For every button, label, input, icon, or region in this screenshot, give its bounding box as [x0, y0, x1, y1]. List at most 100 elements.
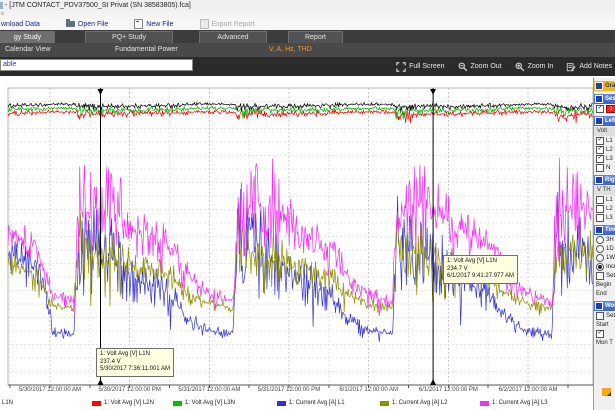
left-axis-parameter-label: Volt — [594, 127, 615, 136]
x-axis-label: 5/30/2017 12:00:00 AM — [19, 387, 81, 393]
time-range-1d-radio[interactable]: 1D — [594, 244, 615, 253]
working-days-checkbox[interactable]: ✓ — [594, 329, 615, 338]
checkbox-icon[interactable] — [596, 164, 604, 172]
view-toolbar: able Full Screen Zoom Out Zoom In Add No… — [0, 57, 615, 76]
view-buttons: Full Screen Zoom Out Zoom In Add Notes — [383, 57, 612, 76]
time-range-3h-radio[interactable]: 3H — [594, 235, 615, 244]
tab-energy-study[interactable]: gy Study — [0, 31, 55, 43]
legend-item[interactable]: 1: Volt Avg [V] L3N — [173, 400, 235, 406]
left-axis-n-checkbox[interactable]: N — [594, 163, 615, 172]
checkbox-icon[interactable]: ✓ — [596, 105, 604, 113]
radio-icon[interactable] — [596, 263, 604, 271]
checkbox-icon[interactable]: ✓ — [596, 155, 604, 163]
checkbox-icon[interactable]: ✓ — [596, 146, 604, 154]
zoom-in-label: Zoom In — [528, 63, 554, 70]
tooltip-series-name: 1: Volt Avg [V] L1N — [447, 258, 514, 266]
download-data-button[interactable]: wnload Data — [1, 21, 40, 28]
zoom-out-button[interactable]: Zoom Out — [458, 62, 502, 72]
working-start-label: Start — [594, 320, 615, 329]
section-collapse-icon[interactable] — [595, 82, 603, 90]
add-notes-button[interactable]: Add Notes — [566, 62, 612, 72]
checkbox-label: Set: — [606, 273, 615, 279]
radio-icon[interactable] — [596, 236, 604, 244]
sidebar-header-right-axis[interactable]: Righ — [594, 175, 615, 185]
legend-label: 1: Current Avg [A] L3 — [492, 400, 548, 406]
checkbox-label: L1 — [606, 138, 613, 144]
time-range-1w-radio[interactable]: 1W — [594, 253, 615, 262]
tab-advanced[interactable]: Advanced — [199, 31, 267, 43]
note-marker-icon[interactable] — [602, 388, 611, 396]
section-collapse-icon[interactable] — [595, 176, 603, 184]
full-screen-label: Full Screen — [409, 63, 444, 70]
fullscreen-icon — [396, 62, 406, 72]
right-axis-l3-checkbox[interactable]: L3 — [594, 213, 615, 222]
section-collapse-icon[interactable] — [595, 226, 603, 234]
tab-pq-study[interactable]: PQ+ Study — [85, 31, 173, 43]
subtab-fundamental-power[interactable]: Fundamental Power — [115, 43, 178, 57]
legend-swatch — [277, 401, 286, 406]
zoom-in-button[interactable]: Zoom In — [515, 62, 554, 72]
radio-label: 3H — [606, 237, 614, 243]
subtab-v-a-hz-thd[interactable]: V, A, Hz, THD — [269, 43, 312, 57]
right-axis-l2-checkbox[interactable]: L2 — [594, 204, 615, 213]
checkbox-label: L3 — [606, 156, 613, 162]
working-set-checkbox[interactable]: Set: — [594, 311, 615, 320]
right-axis-l1-checkbox[interactable]: L1 — [594, 195, 615, 204]
checkbox-icon[interactable] — [596, 272, 604, 280]
radio-icon[interactable] — [596, 245, 604, 253]
new-file-button[interactable]: New File — [134, 19, 173, 29]
legend-item[interactable]: 1: Volt Avg [V] L2N — [92, 400, 154, 406]
cursor-tooltip-2: 1: Volt Avg [V] L1N 234.7 V 6/1/2017 9:4… — [443, 255, 518, 284]
time-set-checkbox[interactable]: Set: — [594, 271, 615, 280]
section-collapse-icon[interactable] — [595, 302, 603, 310]
sidebar-panel: GrapSess✓1LeftVolt✓L1✓L2✓L3NRighV THL1L2… — [594, 81, 615, 347]
subtab-calendar-view[interactable]: Calendar View — [5, 43, 50, 57]
checkbox-icon[interactable] — [596, 214, 604, 222]
table-view-selector[interactable]: able — [0, 59, 193, 71]
sidebar-header-left-axis[interactable]: Left — [594, 116, 615, 126]
checkbox-label: N — [606, 165, 610, 171]
x-axis-label: 5/30/2017 12:00:00 PM — [98, 387, 160, 393]
sidebar-header-sessions[interactable]: Sess — [594, 94, 615, 104]
checkbox-label: Set: — [606, 313, 615, 319]
tab-report[interactable]: Report — [288, 31, 343, 43]
checkbox-icon[interactable] — [596, 196, 604, 204]
section-collapse-icon[interactable] — [595, 117, 603, 125]
window-title: - [JTM CONTACT_PDV37500_St Privat (SN 38… — [5, 2, 191, 9]
sidebar-header-working-hours[interactable]: Work — [594, 301, 615, 311]
section-title: Left — [605, 118, 615, 124]
left-axis-l3-checkbox[interactable]: ✓L3 — [594, 154, 615, 163]
checkbox-label: L2 — [606, 147, 613, 153]
full-screen-button[interactable]: Full Screen — [396, 62, 444, 72]
time-begin-label: Begin — [594, 280, 615, 289]
checkbox-icon[interactable] — [596, 205, 604, 213]
left-axis-l1-checkbox[interactable]: ✓L1 — [594, 136, 615, 145]
export-report-button[interactable]: Export Report — [200, 19, 255, 29]
checkbox-icon[interactable] — [596, 312, 604, 320]
legend-item[interactable]: 1: Current Avg [A] L2 — [380, 400, 448, 406]
main-tab-bar: gy Study PQ+ Study Advanced Report — [0, 30, 615, 43]
legend-item[interactable]: 1: Current Avg [A] L3 — [480, 400, 548, 406]
radio-icon[interactable] — [596, 254, 604, 262]
sidebar-header-time-frame[interactable]: Time — [594, 225, 615, 235]
section-title: Righ — [605, 177, 615, 183]
time-series-plot[interactable] — [0, 76, 594, 388]
session-1-checkbox[interactable]: ✓1 — [594, 104, 615, 113]
export-report-label: Export Report — [212, 21, 255, 28]
legend-label: 1: Volt Avg [V] L2N — [104, 400, 154, 406]
x-axis-label: 6/1/2017 12:00:00 AM — [339, 387, 398, 393]
open-file-button[interactable]: Open File — [66, 21, 108, 28]
checkbox-icon[interactable]: ✓ — [596, 330, 604, 338]
checkbox-icon[interactable]: ✓ — [596, 137, 604, 145]
chart-legend: L1N 1: Volt Avg [V] L2N 1: Volt Avg [V] L3… — [0, 397, 612, 410]
section-title: Time — [605, 227, 615, 233]
legend-item[interactable]: L1N — [2, 400, 13, 406]
time-range-incr-radio[interactable]: Incr — [594, 262, 615, 271]
export-report-icon — [200, 19, 209, 29]
right-axis-parameter-label: V TH — [594, 186, 615, 195]
legend-item[interactable]: 1: Current Avg [A] L1 — [277, 400, 345, 406]
legend-label: 1: Volt Avg [V] L3N — [185, 400, 235, 406]
section-collapse-icon[interactable] — [595, 95, 603, 103]
sidebar-header-graph[interactable]: Grap — [594, 81, 615, 91]
left-axis-l2-checkbox[interactable]: ✓L2 — [594, 145, 615, 154]
